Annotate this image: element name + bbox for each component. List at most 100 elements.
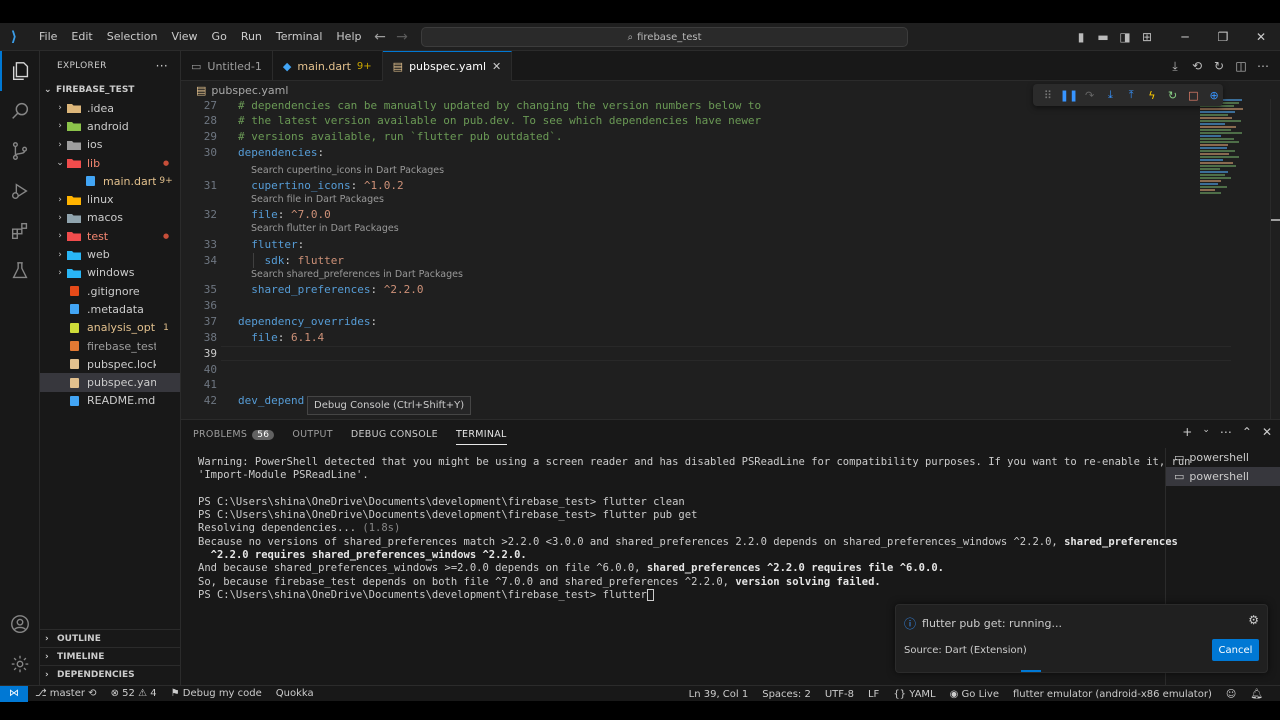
code-lens-link[interactable]: Search file in Dart Packages <box>251 194 384 205</box>
menu-run[interactable]: Run <box>234 23 269 51</box>
terminal-prompt-line[interactable]: PS C:\Users\shina\OneDrive\Documents\dev… <box>198 588 1158 602</box>
debug-config[interactable]: ⚑ Debug my code <box>164 688 269 699</box>
menu-help[interactable]: Help <box>329 23 368 51</box>
terminal-instance[interactable]: ▭ powershell <box>1166 448 1280 467</box>
file-item[interactable]: analysis_opti... 1 <box>40 319 180 337</box>
folder-item[interactable]: › web <box>40 245 180 263</box>
sync-icon[interactable]: ⟲ <box>1186 59 1208 73</box>
toggle-sidebar-icon[interactable]: ▮ <box>1070 30 1092 44</box>
code-editor[interactable]: 27 # dependencies can be manually updated… <box>181 99 1280 419</box>
cancel-button[interactable]: Cancel <box>1212 639 1259 661</box>
command-center-search[interactable]: ⌕ firebase_test <box>421 27 908 47</box>
close-window-button[interactable]: ✕ <box>1242 30 1280 44</box>
folder-item[interactable]: ⌄ lib ● <box>40 154 180 172</box>
maximize-button[interactable]: ❐ <box>1204 30 1242 44</box>
terminal-instance[interactable]: ▭ powershell <box>1166 467 1280 486</box>
more-actions-icon[interactable]: ⋯ <box>1252 59 1274 73</box>
menu-terminal[interactable]: Terminal <box>269 23 330 51</box>
more-actions-icon[interactable]: ⋯ <box>1220 425 1232 439</box>
testing-icon[interactable] <box>0 251 40 291</box>
step-over-icon[interactable]: ↷ <box>1081 89 1099 102</box>
gear-icon[interactable]: ⚙ <box>1248 613 1259 627</box>
folder-item[interactable]: › test ● <box>40 227 180 245</box>
maximize-panel-icon[interactable]: ⌃ <box>1242 425 1252 439</box>
file-item[interactable]: README.md <box>40 392 180 410</box>
close-tab-icon[interactable]: ✕ <box>492 60 501 73</box>
new-terminal-icon[interactable]: + <box>1182 425 1192 439</box>
code-lens-link[interactable]: Search flutter in Dart Packages <box>251 223 399 234</box>
file-item[interactable]: pubspec.lock <box>40 355 180 373</box>
minimap[interactable] <box>1200 99 1270 219</box>
quokka-status[interactable]: Quokka <box>269 688 321 699</box>
tab-debug-console[interactable]: DEBUG CONSOLE <box>351 429 438 440</box>
file-item[interactable]: .gitignore <box>40 282 180 300</box>
go-live-button[interactable]: ◉ Go Live <box>943 689 1006 700</box>
breadcrumb-file[interactable]: pubspec.yaml <box>211 84 288 97</box>
source-control-icon[interactable] <box>0 131 40 171</box>
folder-item[interactable]: › .idea <box>40 99 180 117</box>
tab-problems[interactable]: PROBLEMS 56 <box>193 429 275 440</box>
menu-view[interactable]: View <box>164 23 204 51</box>
tab-output[interactable]: OUTPUT <box>292 429 333 440</box>
language-mode[interactable]: {} YAML <box>886 689 942 700</box>
terminal-output[interactable]: Warning: PowerShell detected that you mi… <box>198 456 1190 602</box>
problems-status[interactable]: ⊗ 52 ⚠ 4 <box>104 688 164 699</box>
close-panel-icon[interactable]: ✕ <box>1262 425 1272 439</box>
cursor-position[interactable]: Ln 39, Col 1 <box>682 689 756 700</box>
code-lens-link[interactable]: Search cupertino_icons in Dart Packages <box>251 165 444 176</box>
menu-edit[interactable]: Edit <box>64 23 99 51</box>
more-actions-icon[interactable]: ··· <box>156 59 168 73</box>
menu-file[interactable]: File <box>32 23 64 51</box>
folder-item[interactable]: › ios <box>40 136 180 154</box>
refresh-icon[interactable]: ↻ <box>1208 59 1230 73</box>
manage-gear-icon[interactable] <box>0 644 40 684</box>
timeline-section[interactable]: › TIMELINE <box>40 647 181 665</box>
explorer-icon[interactable] <box>0 51 40 91</box>
step-out-icon[interactable]: ⤒ <box>1122 88 1140 102</box>
workspace-root-folder[interactable]: ⌄ FIREBASE_TEST <box>40 81 180 99</box>
tab-pubspec-yaml[interactable]: ▤ pubspec.yaml ✕ <box>382 51 513 81</box>
file-item[interactable]: pubspec.yaml <box>40 373 180 392</box>
pause-icon[interactable]: ❚❚ <box>1060 89 1078 102</box>
file-item[interactable]: main.dart 9+ <box>40 172 180 190</box>
file-item[interactable]: .metadata <box>40 300 180 318</box>
folder-item[interactable]: › windows <box>40 264 180 282</box>
menu-selection[interactable]: Selection <box>100 23 165 51</box>
encoding[interactable]: UTF-8 <box>818 689 861 700</box>
tab-main-dart[interactable]: ◆ main.dart 9+ <box>273 51 383 81</box>
hot-reload-icon[interactable]: ϟ <box>1143 89 1161 102</box>
file-item[interactable]: firebase_test.iml <box>40 337 180 355</box>
menu-go[interactable]: Go <box>205 23 234 51</box>
flutter-device[interactable]: flutter emulator (android-x86 emulator) <box>1006 689 1219 700</box>
editor-vertical-scrollbar[interactable] <box>1270 99 1280 419</box>
stop-icon[interactable]: □ <box>1185 89 1203 102</box>
end-of-line[interactable]: LF <box>861 689 886 700</box>
toggle-panel-icon[interactable]: ▬ <box>1092 30 1114 44</box>
chevron-down-icon[interactable]: ⌄ <box>1202 425 1210 439</box>
tab-terminal[interactable]: TERMINAL <box>455 429 507 445</box>
accounts-icon[interactable] <box>0 604 40 644</box>
folder-item[interactable]: › macos <box>40 209 180 227</box>
drag-handle-icon[interactable]: ⠿ <box>1039 89 1057 102</box>
toggle-secondary-sidebar-icon[interactable]: ◨ <box>1114 30 1136 44</box>
search-icon[interactable] <box>0 91 40 131</box>
back-arrow-icon[interactable]: ← <box>369 29 391 45</box>
code-lens-link[interactable]: Search shared_preferences in Dart Packag… <box>251 269 463 280</box>
git-branch[interactable]: ⎇ master ⟲ <box>28 688 104 699</box>
tab-untitled-1[interactable]: ▭ Untitled-1 <box>181 51 273 81</box>
remote-indicator-icon[interactable]: ⋈ <box>0 685 28 702</box>
folder-item[interactable]: › linux <box>40 190 180 208</box>
dependencies-section[interactable]: › DEPENDENCIES <box>40 665 181 683</box>
forward-arrow-icon[interactable]: → <box>391 29 413 45</box>
folder-item[interactable]: › android <box>40 117 180 135</box>
minimize-button[interactable]: ─ <box>1166 30 1204 44</box>
download-icon[interactable]: ⤓ <box>1164 59 1186 74</box>
notifications-bell-icon[interactable]: 🔔︎ <box>1243 689 1270 700</box>
split-editor-icon[interactable]: ◫ <box>1230 59 1252 73</box>
customize-layout-icon[interactable]: ⊞ <box>1136 30 1158 44</box>
step-into-icon[interactable]: ⤓ <box>1102 88 1120 102</box>
restart-icon[interactable]: ↻ <box>1164 89 1182 102</box>
run-debug-icon[interactable] <box>0 171 40 211</box>
outline-section[interactable]: › OUTLINE <box>40 629 181 647</box>
feedback-icon[interactable]: ☺ <box>1219 689 1243 700</box>
